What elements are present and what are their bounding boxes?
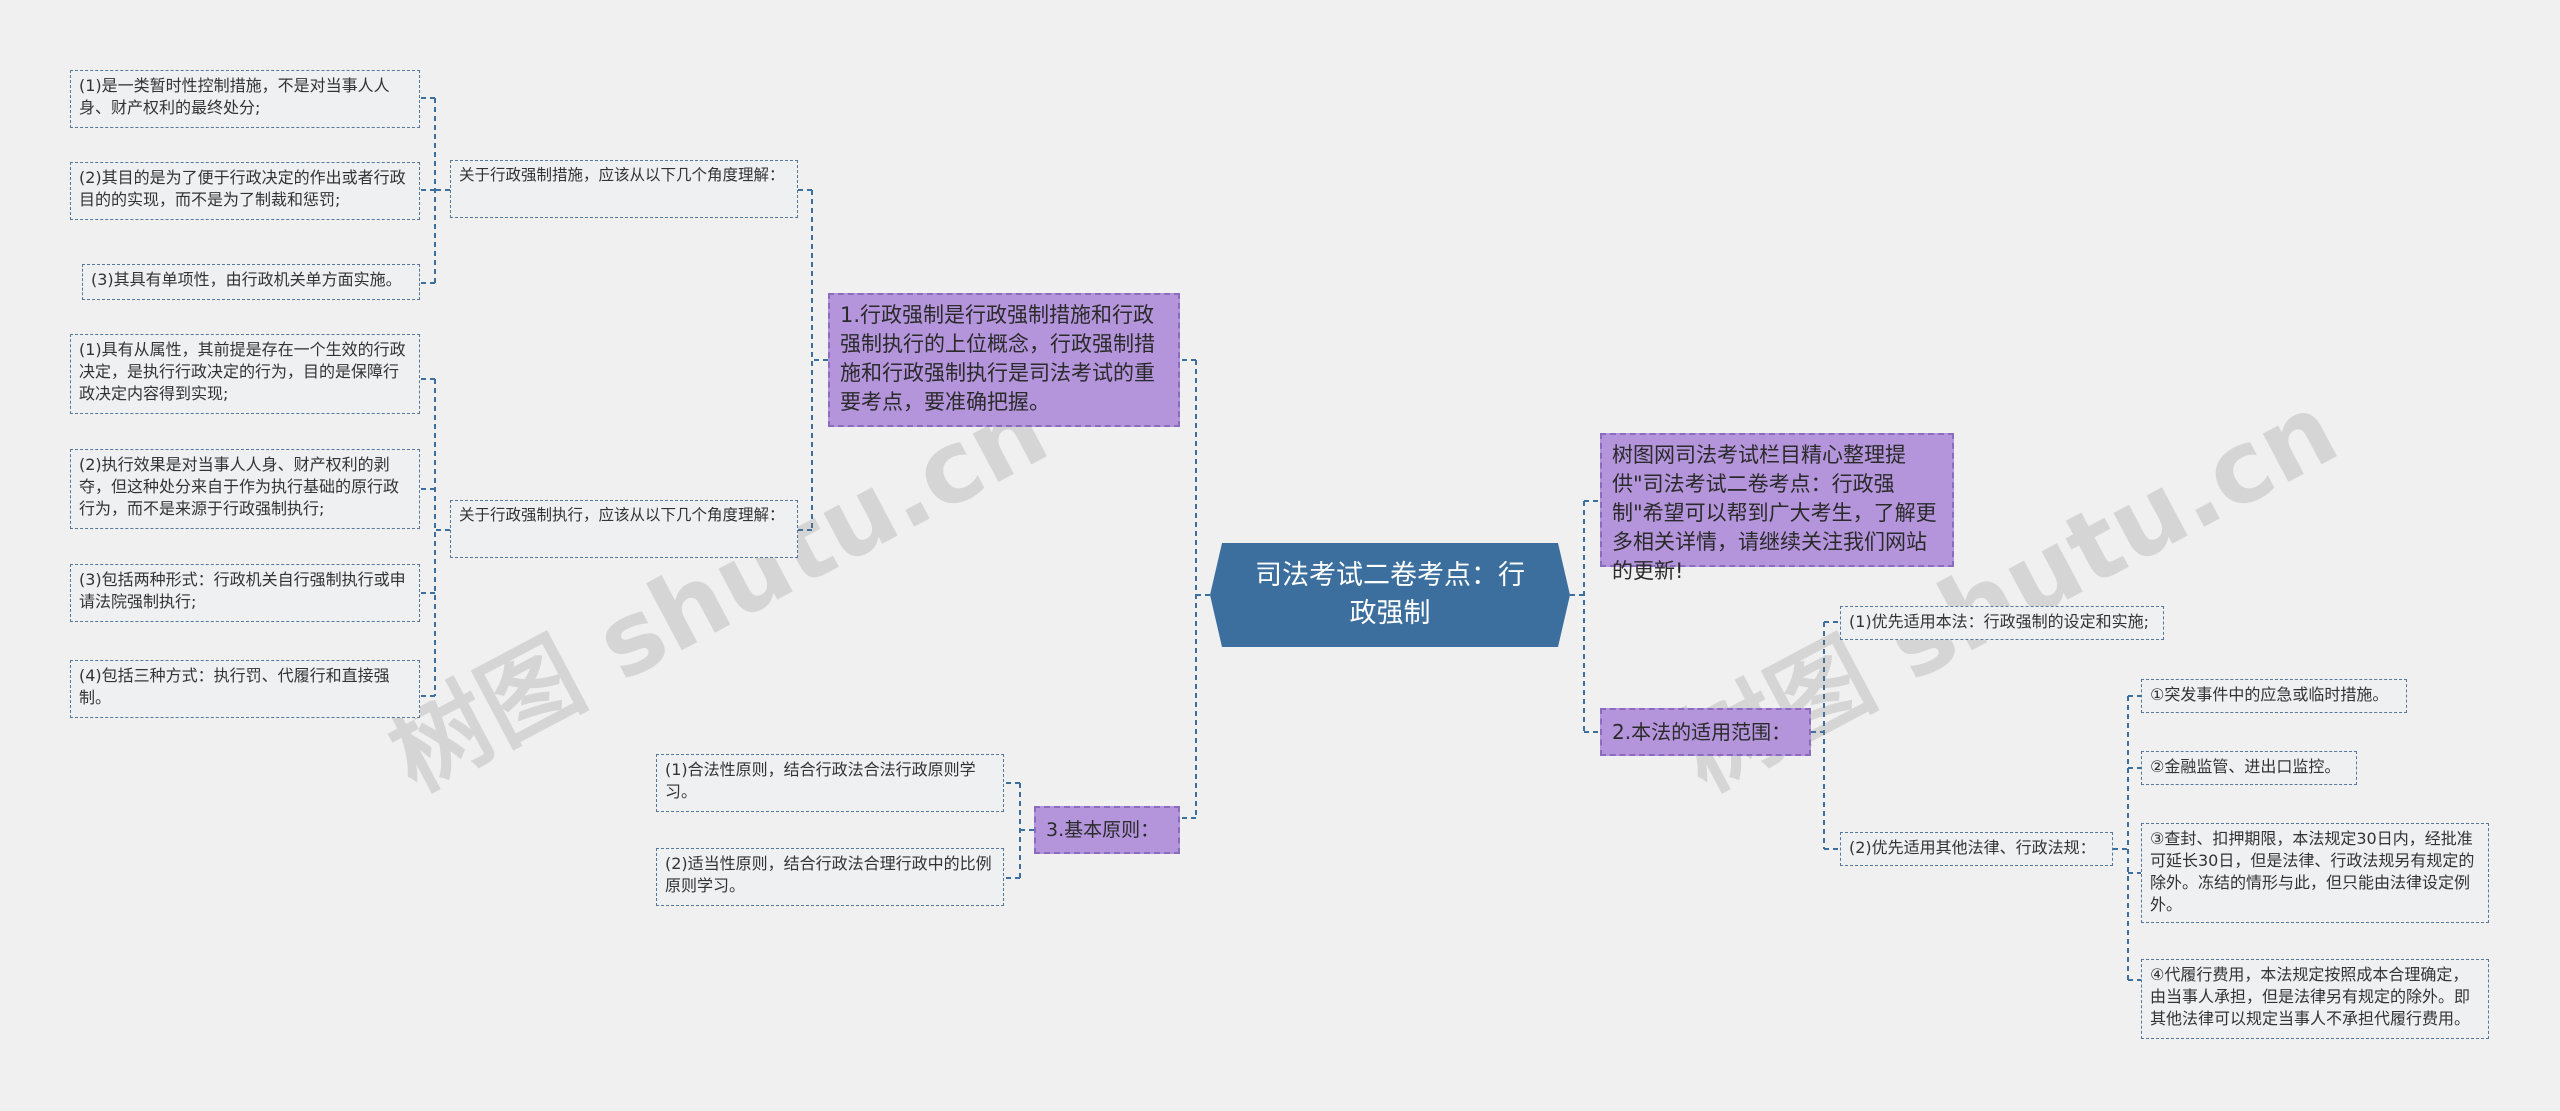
- leaf-principle-2[interactable]: (2)适当性原则，结合行政法合理行政中的比例原则学习。: [656, 848, 1004, 906]
- leaf-text: (3)其具有单项性，由行政机关单方面实施。: [91, 270, 402, 289]
- leaf-text: (2)优先适用其他法律、行政法规：: [1849, 838, 2096, 857]
- root-topic[interactable]: 司法考试二卷考点：行政强制: [1210, 543, 1570, 647]
- leaf-execution-2[interactable]: (2)执行效果是对当事人人身、财产权利的剥夺，但这种处分来自于作为执行基础的原行…: [70, 449, 420, 529]
- leaf-measures-3[interactable]: (3)其具有单项性，由行政机关单方面实施。: [82, 264, 420, 300]
- leaf-scope-2[interactable]: ②金融监管、进出口监控。: [2141, 751, 2357, 785]
- leaf-text: (4)包括三种方式：执行罚、代履行和直接强制。: [79, 666, 390, 707]
- leaf-execution-1[interactable]: (1)具有从属性，其前提是存在一个生效的行政决定，是执行行政决定的行为，目的是保…: [70, 334, 420, 414]
- leaf-text: (1)合法性原则，结合行政法合法行政原则学习。: [665, 760, 976, 801]
- subtopic-priority-this-law[interactable]: (1)优先适用本法：行政强制的设定和实施;: [1840, 606, 2164, 640]
- leaf-text: (2)适当性原则，结合行政法合理行政中的比例原则学习。: [665, 854, 992, 895]
- leaf-execution-3[interactable]: (3)包括两种形式：行政机关自行强制执行或申请法院强制执行;: [70, 564, 420, 622]
- leaf-text: ②金融监管、进出口监控。: [2150, 757, 2341, 776]
- leaf-text: (3)包括两种形式：行政机关自行强制执行或申请法院强制执行;: [79, 570, 406, 611]
- leaf-text: (1)优先适用本法：行政强制的设定和实施;: [1849, 612, 2150, 631]
- leaf-text: (1)是一类暂时性控制措施，不是对当事人人身、财产权利的最终处分;: [79, 76, 390, 117]
- branch-1-label: 1.行政强制是行政强制措施和行政强制执行的上位概念，行政强制措施和行政强制执行是…: [840, 303, 1155, 414]
- subtopic-label: 关于行政强制执行，应该从以下几个角度理解：: [459, 506, 785, 524]
- intro-topic[interactable]: 树图网司法考试栏目精心整理提供"司法考试二卷考点：行政强制"希望可以帮到广大考生…: [1600, 433, 1954, 583]
- root-topic-label: 司法考试二卷考点：行政强制: [1255, 560, 1525, 629]
- leaf-text: (2)其目的是为了便于行政决定的作出或者行政目的的实现，而不是为了制裁和惩罚;: [79, 168, 406, 209]
- leaf-text: ③查封、扣押期限，本法规定30日内，经批准可延长30日，但是法律、行政法规另有规…: [2150, 829, 2475, 914]
- branch-1-topic[interactable]: 1.行政强制是行政强制措施和行政强制执行的上位概念，行政强制措施和行政强制执行是…: [828, 293, 1180, 427]
- leaf-scope-3[interactable]: ③查封、扣押期限，本法规定30日内，经批准可延长30日，但是法律、行政法规另有规…: [2141, 823, 2489, 923]
- leaf-principle-1[interactable]: (1)合法性原则，结合行政法合法行政原则学习。: [656, 754, 1004, 812]
- subtopic-label: 关于行政强制措施，应该从以下几个角度理解：: [459, 166, 785, 184]
- branch-2-topic[interactable]: 2.本法的适用范围：: [1600, 708, 1811, 756]
- branch-3-label: 3.基本原则：: [1046, 818, 1160, 841]
- leaf-measures-1[interactable]: (1)是一类暂时性控制措施，不是对当事人人身、财产权利的最终处分;: [70, 70, 420, 128]
- leaf-text: (1)具有从属性，其前提是存在一个生效的行政决定，是执行行政决定的行为，目的是保…: [79, 340, 406, 403]
- leaf-scope-1[interactable]: ①突发事件中的应急或临时措施。: [2141, 679, 2407, 713]
- branch-2-label: 2.本法的适用范围：: [1612, 719, 1792, 744]
- intro-label: 树图网司法考试栏目精心整理提供"司法考试二卷考点：行政强制"希望可以帮到广大考生…: [1612, 443, 1937, 583]
- leaf-execution-4[interactable]: (4)包括三种方式：执行罚、代履行和直接强制。: [70, 660, 420, 718]
- subtopic-enforcement-execution[interactable]: 关于行政强制执行，应该从以下几个角度理解：: [450, 500, 798, 558]
- leaf-text: (2)执行效果是对当事人人身、财产权利的剥夺，但这种处分来自于作为执行基础的原行…: [79, 455, 400, 518]
- branch-3-topic[interactable]: 3.基本原则：: [1034, 806, 1180, 854]
- leaf-measures-2[interactable]: (2)其目的是为了便于行政决定的作出或者行政目的的实现，而不是为了制裁和惩罚;: [70, 162, 420, 220]
- leaf-text: ①突发事件中的应急或临时措施。: [2150, 685, 2389, 704]
- subtopic-priority-other-laws[interactable]: (2)优先适用其他法律、行政法规：: [1840, 832, 2113, 866]
- leaf-text: ④代履行费用，本法规定按照成本合理确定，由当事人承担，但是法律另有规定的除外。即…: [2150, 965, 2471, 1028]
- subtopic-enforcement-measures[interactable]: 关于行政强制措施，应该从以下几个角度理解：: [450, 160, 798, 218]
- leaf-scope-4[interactable]: ④代履行费用，本法规定按照成本合理确定，由当事人承担，但是法律另有规定的除外。即…: [2141, 959, 2489, 1039]
